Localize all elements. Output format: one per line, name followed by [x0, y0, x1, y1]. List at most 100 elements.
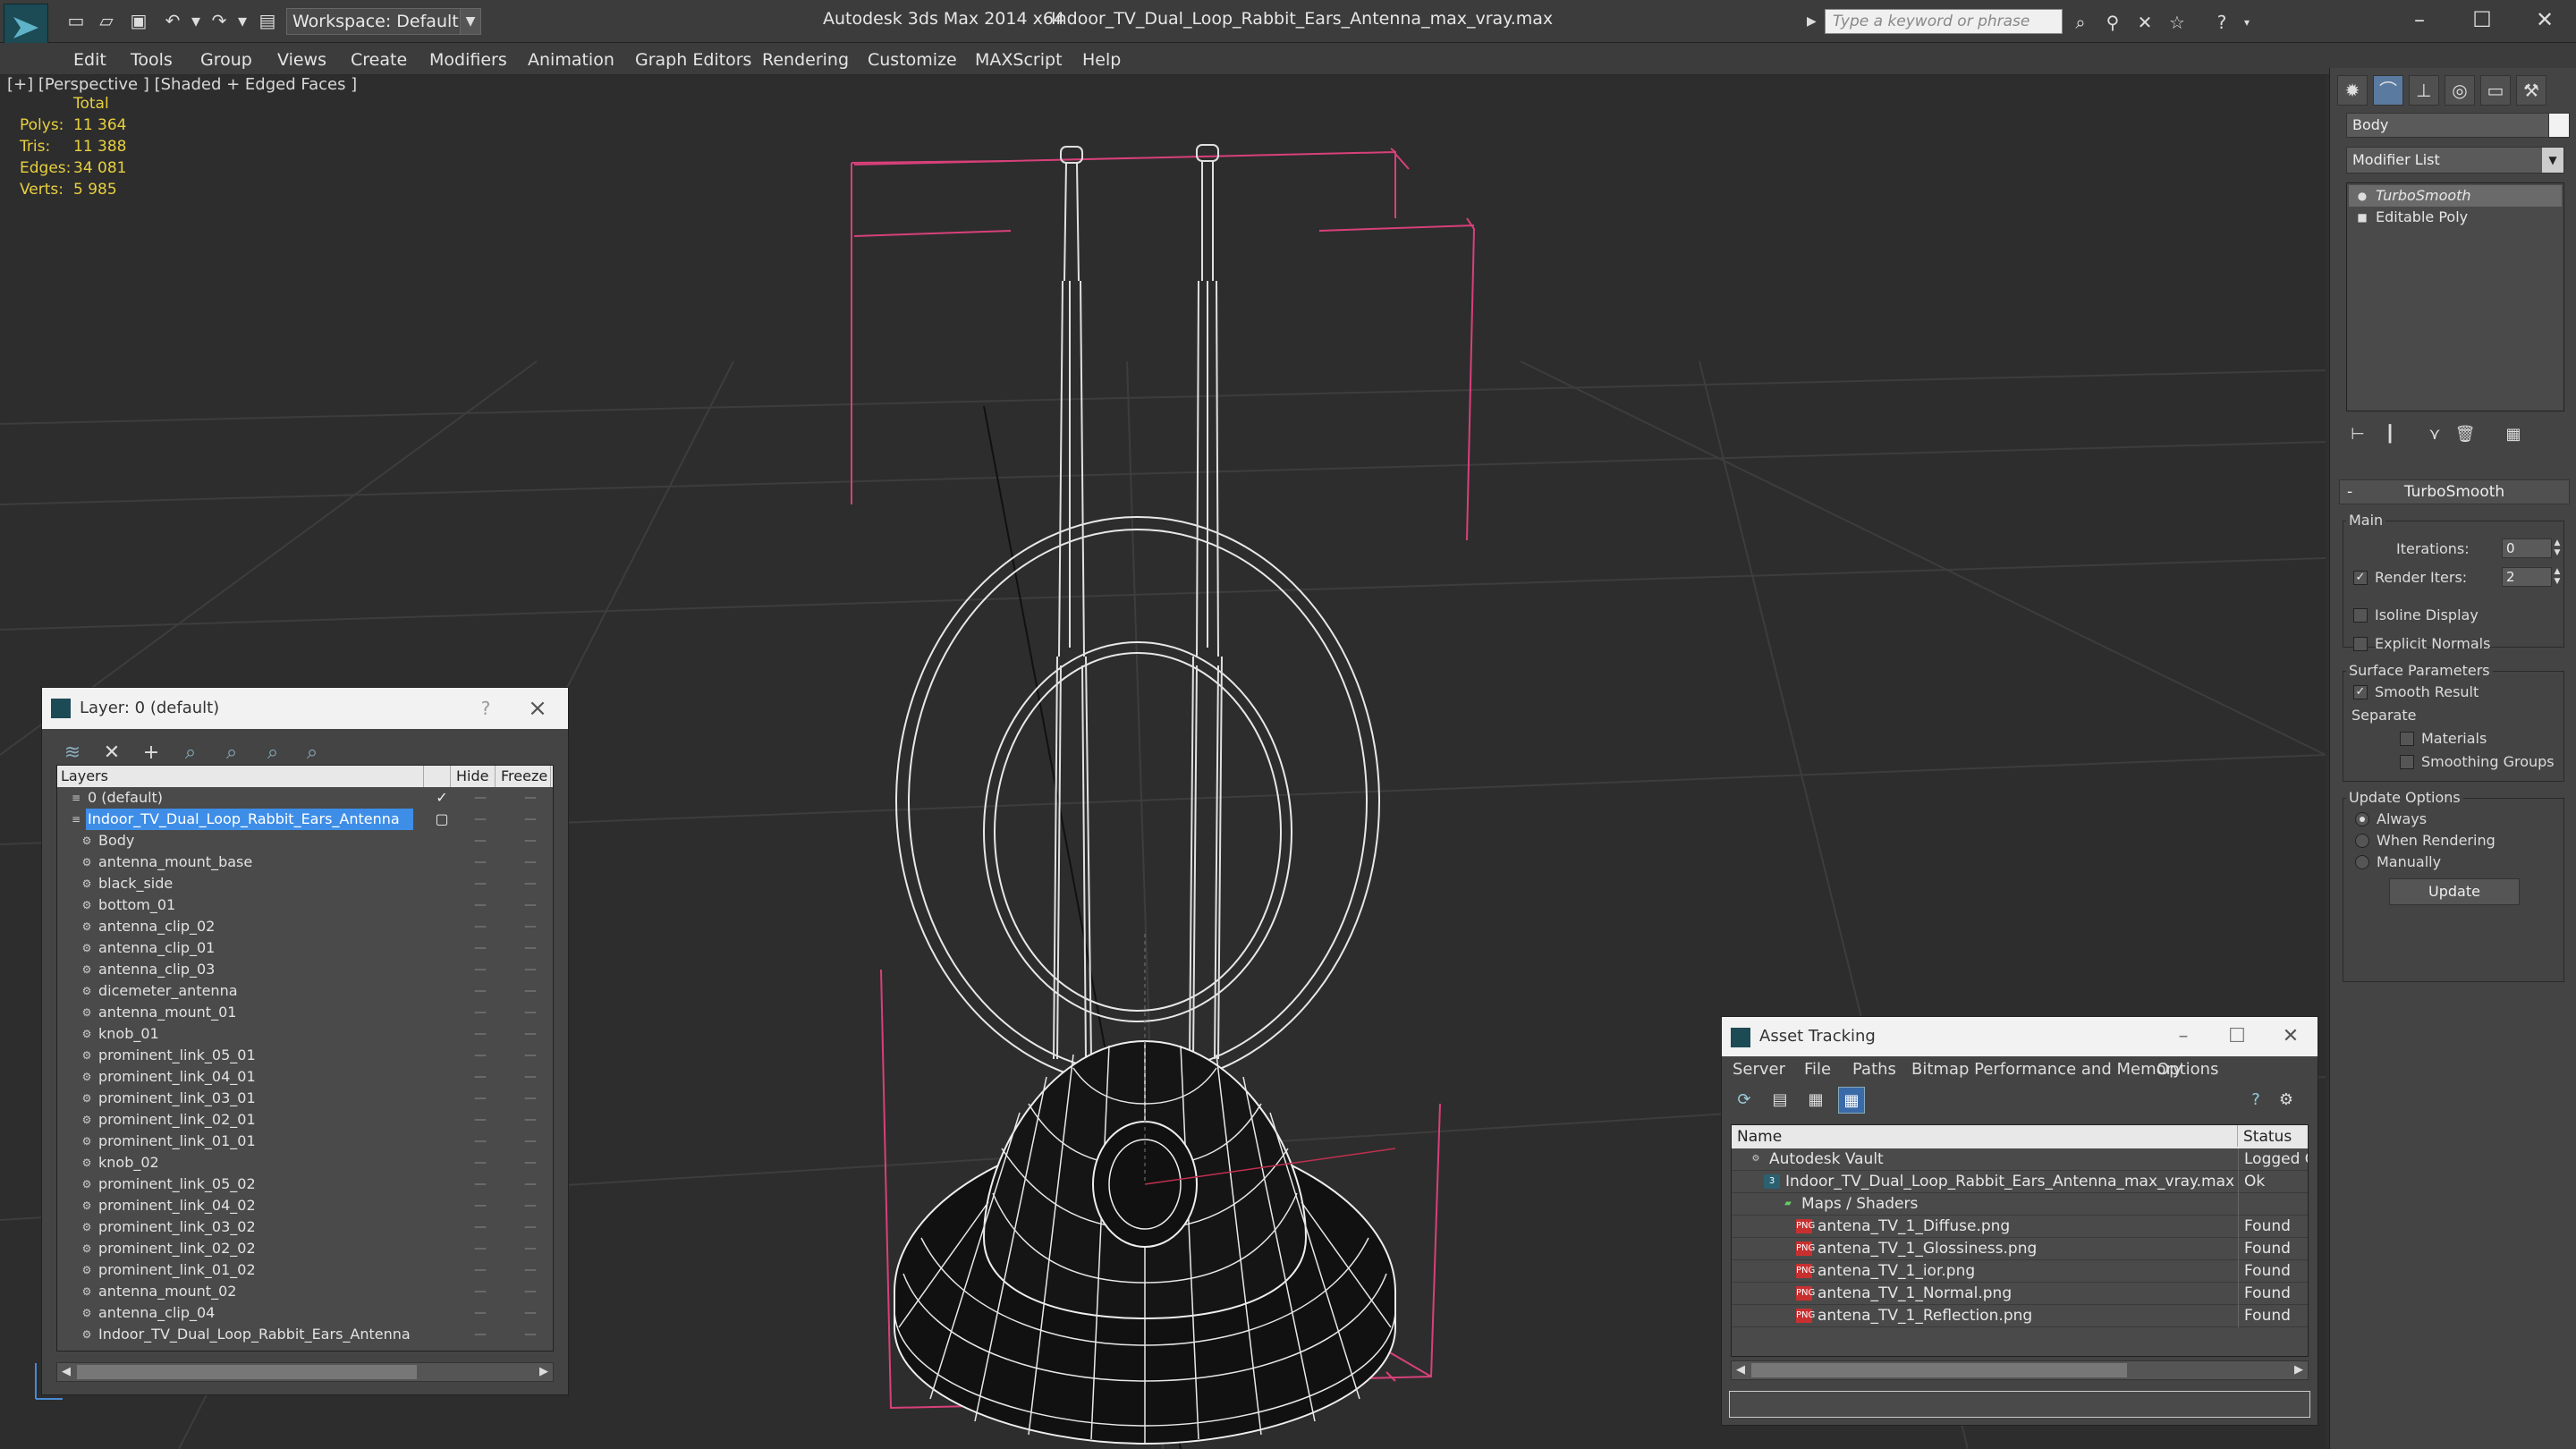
- undo-icon[interactable]: ↶: [161, 9, 184, 32]
- hide-toggle[interactable]: —: [467, 1002, 494, 1023]
- stack-item-editable-poly[interactable]: ■ Editable Poly: [2349, 207, 2562, 228]
- freeze-toggle[interactable]: —: [517, 830, 544, 852]
- pin-stack-icon[interactable]: ⊢: [2344, 422, 2371, 447]
- hide-toggle[interactable]: —: [467, 1259, 494, 1281]
- hide-toggle[interactable]: —: [467, 1023, 494, 1045]
- layer-row[interactable]: ⚙ antenna_clip_02 — —: [57, 916, 553, 937]
- thumbnail-view-icon[interactable]: ▦: [1802, 1087, 1829, 1114]
- horizontal-scrollbar[interactable]: ◀ ▶: [1731, 1360, 2309, 1380]
- freeze-toggle[interactable]: —: [517, 787, 544, 809]
- highlight-layer-icon[interactable]: ⌕: [216, 738, 248, 768]
- layer-row[interactable]: ⚙ black_side — —: [57, 873, 553, 894]
- menu-rendering[interactable]: Rendering: [762, 50, 849, 70]
- close-icon[interactable]: ✕: [2264, 1017, 2318, 1056]
- search-input[interactable]: Type a keyword or phrase: [1825, 9, 2063, 34]
- hide-toggle[interactable]: —: [467, 1152, 494, 1174]
- layer-row[interactable]: ≡ 0 (default) ✓ — —: [57, 787, 553, 809]
- binoculars-icon[interactable]: ⌕: [2068, 11, 2093, 34]
- hide-toggle[interactable]: —: [467, 830, 494, 852]
- chevron-down-icon[interactable]: ▼: [460, 8, 481, 35]
- freeze-toggle[interactable]: —: [517, 1238, 544, 1259]
- freeze-toggle[interactable]: —: [517, 1281, 544, 1302]
- list-view-icon[interactable]: ▤: [1767, 1087, 1793, 1114]
- workspace-dropdown[interactable]: Workspace: Default: [286, 8, 481, 35]
- layer-row[interactable]: ⚙ bottom_01 — —: [57, 894, 553, 916]
- scroll-right-icon[interactable]: ▶: [535, 1363, 553, 1381]
- freeze-toggle[interactable]: —: [517, 1045, 544, 1066]
- freeze-toggle[interactable]: —: [517, 1195, 544, 1216]
- display-tab-icon[interactable]: ▭: [2480, 75, 2511, 106]
- hide-toggle[interactable]: —: [467, 852, 494, 873]
- spinner-arrows-icon[interactable]: ▲ ▼: [2552, 538, 2563, 558]
- hide-toggle[interactable]: —: [467, 1174, 494, 1195]
- remove-modifier-icon[interactable]: 🗑: [2452, 422, 2479, 447]
- open-file-icon[interactable]: ▱: [95, 9, 118, 32]
- layer-row[interactable]: ⚙ knob_01 — —: [57, 1023, 553, 1045]
- layer-row[interactable]: ⚙ prominent_link_04_01 — —: [57, 1066, 553, 1088]
- layer-row[interactable]: ⚙ antenna_clip_01 — —: [57, 937, 553, 959]
- scroll-left-icon[interactable]: ◀: [57, 1363, 75, 1381]
- create-layer-icon[interactable]: ≋: [56, 738, 89, 768]
- layer-row[interactable]: ⚙ prominent_link_05_02 — —: [57, 1174, 553, 1195]
- asset-menu-options[interactable]: Options: [2157, 1060, 2218, 1079]
- hide-toggle[interactable]: —: [467, 873, 494, 894]
- hide-toggle[interactable]: —: [467, 1131, 494, 1152]
- asset-menu-server[interactable]: Server: [1733, 1060, 1785, 1079]
- rollout-header[interactable]: - TurboSmooth: [2339, 479, 2570, 504]
- menu-customize[interactable]: Customize: [868, 50, 957, 70]
- hide-toggle[interactable]: —: [467, 1238, 494, 1259]
- scrollbar-thumb[interactable]: [77, 1365, 417, 1379]
- isoline-display-checkbox[interactable]: [2353, 608, 2368, 623]
- hierarchy-tab-icon[interactable]: ⊥: [2409, 75, 2439, 106]
- maximize-icon[interactable]: ☐: [2210, 1017, 2264, 1056]
- layer-row[interactable]: ⚙ antenna_mount_base — —: [57, 852, 553, 873]
- hide-toggle[interactable]: —: [467, 959, 494, 980]
- scroll-left-icon[interactable]: ◀: [1732, 1361, 1750, 1379]
- motion-tab-icon[interactable]: ◎: [2445, 75, 2475, 106]
- col-freeze[interactable]: Freeze: [496, 766, 551, 787]
- close-icon[interactable]: ✕: [2513, 0, 2576, 39]
- delete-layer-icon[interactable]: ✕: [96, 738, 128, 768]
- asset-row[interactable]: ⚙ Autodesk Vault Logged O: [1732, 1148, 2308, 1171]
- maximize-icon[interactable]: ☐: [2451, 0, 2513, 39]
- col-name[interactable]: Name: [1732, 1125, 2238, 1147]
- freeze-toggle[interactable]: —: [517, 1152, 544, 1174]
- freeze-toggle[interactable]: —: [517, 1302, 544, 1324]
- asset-row[interactable]: PNG antena_TV_1_Glossiness.png Found: [1732, 1238, 2308, 1260]
- smooth-result-checkbox[interactable]: ✓: [2353, 685, 2368, 699]
- freeze-toggle[interactable]: —: [517, 894, 544, 916]
- communication-icon[interactable]: ✕: [2132, 11, 2157, 34]
- layer-row[interactable]: ⚙ antenna_mount_01 — —: [57, 1002, 553, 1023]
- search-expand-icon[interactable]: ▶: [1807, 9, 1823, 34]
- expand-plus-icon[interactable]: ■: [2356, 211, 2368, 224]
- layer-row[interactable]: ⚙ prominent_link_03_01 — —: [57, 1088, 553, 1109]
- freeze-toggle[interactable]: —: [517, 937, 544, 959]
- undo-dropdown-icon[interactable]: ▾: [184, 9, 208, 32]
- hide-toggle[interactable]: —: [467, 1195, 494, 1216]
- asset-menu-paths[interactable]: Paths: [1852, 1060, 1896, 1079]
- help-dropdown-icon[interactable]: ▾: [2234, 11, 2259, 34]
- hide-toggle[interactable]: —: [467, 1281, 494, 1302]
- layer-row[interactable]: ⚙ prominent_link_04_02 — —: [57, 1195, 553, 1216]
- hide-toggle[interactable]: —: [467, 1216, 494, 1238]
- redo-icon[interactable]: ↷: [208, 9, 231, 32]
- layer-row[interactable]: ⚙ prominent_link_05_01 — —: [57, 1045, 553, 1066]
- asset-row[interactable]: PNG antena_TV_1_Diffuse.png Found: [1732, 1216, 2308, 1238]
- layer-row[interactable]: ≡ Indoor_TV_Dual_Loop_Rabbit_Ears_Antenna…: [57, 809, 553, 830]
- new-file-icon[interactable]: ▭: [64, 9, 88, 32]
- menu-tools[interactable]: Tools: [131, 50, 173, 70]
- freeze-toggle[interactable]: —: [517, 873, 544, 894]
- layer-row[interactable]: ⚙ antenna_clip_04 — —: [57, 1302, 553, 1324]
- render-iters-spinner[interactable]: 2: [2502, 567, 2552, 587]
- layer-row[interactable]: ⚙ prominent_link_02_01 — —: [57, 1109, 553, 1131]
- render-iters-checkbox[interactable]: ✓: [2353, 571, 2368, 585]
- col-hide[interactable]: Hide: [451, 766, 496, 787]
- freeze-toggle[interactable]: —: [517, 1002, 544, 1023]
- freeze-toggle[interactable]: —: [517, 1109, 544, 1131]
- help-icon[interactable]: ?: [2242, 1087, 2269, 1114]
- layer-row[interactable]: ⚙ Indoor_TV_Dual_Loop_Rabbit_Ears_Antenna…: [57, 1324, 553, 1345]
- freeze-unfreeze-all-icon[interactable]: ⌕: [296, 738, 328, 768]
- freeze-toggle[interactable]: —: [517, 1174, 544, 1195]
- freeze-toggle[interactable]: —: [517, 916, 544, 937]
- explicit-normals-checkbox[interactable]: [2353, 637, 2368, 651]
